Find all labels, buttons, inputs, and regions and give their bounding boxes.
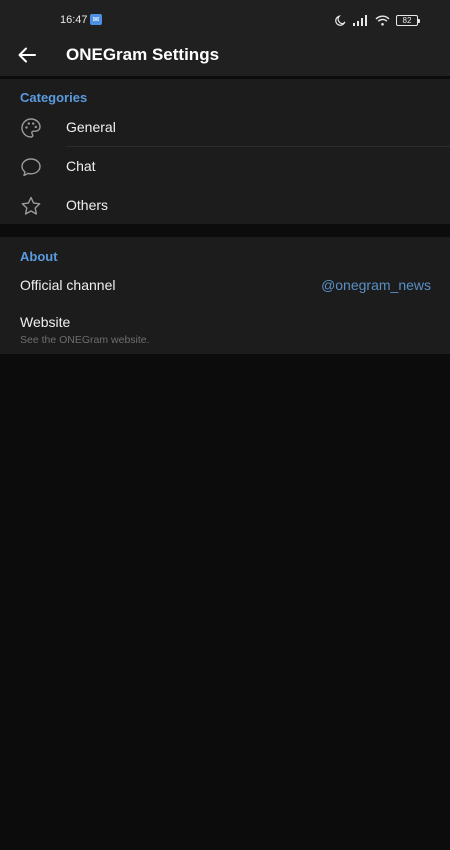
settings-screen: 16:47 ✉ 82 ONEGram Settings Categories G… — [0, 0, 450, 850]
moon-icon — [335, 15, 346, 26]
website-row[interactable]: Website See the ONEGram website. — [0, 305, 450, 351]
category-label-others: Others — [66, 197, 109, 213]
official-channel-label: Official channel — [20, 277, 116, 293]
website-label: Website — [20, 314, 71, 330]
category-label-chat: Chat — [66, 158, 96, 174]
app-bar: ONEGram Settings — [0, 36, 450, 76]
star-icon — [21, 196, 41, 215]
about-section: About Official channel @onegram_news Web… — [0, 237, 450, 354]
wifi-icon — [375, 15, 390, 26]
about-header: About — [20, 249, 58, 264]
back-button[interactable] — [14, 42, 40, 68]
categories-header: Categories — [20, 90, 88, 105]
app-notification-icon: ✉ — [90, 14, 102, 25]
category-item-chat[interactable]: Chat — [0, 147, 450, 186]
official-channel-row[interactable]: Official channel @onegram_news — [0, 267, 450, 303]
status-time: 16:47 — [60, 14, 88, 26]
chat-bubble-icon — [21, 158, 41, 177]
status-icons: 82 — [329, 13, 420, 27]
arrow-left-icon — [18, 47, 36, 63]
category-item-others[interactable]: Others — [0, 186, 450, 225]
signal-icon — [353, 14, 367, 26]
status-bar: 16:47 ✉ 82 — [0, 0, 450, 36]
website-subtitle: See the ONEGram website. — [20, 334, 150, 346]
battery-icon: 82 — [396, 14, 420, 26]
official-channel-link[interactable]: @onegram_news — [321, 277, 431, 293]
categories-section: Categories General Chat Others — [0, 79, 450, 224]
category-label-general: General — [66, 119, 116, 135]
category-item-general[interactable]: General — [0, 108, 450, 147]
palette-icon — [21, 118, 41, 138]
page-title: ONEGram Settings — [66, 45, 220, 64]
